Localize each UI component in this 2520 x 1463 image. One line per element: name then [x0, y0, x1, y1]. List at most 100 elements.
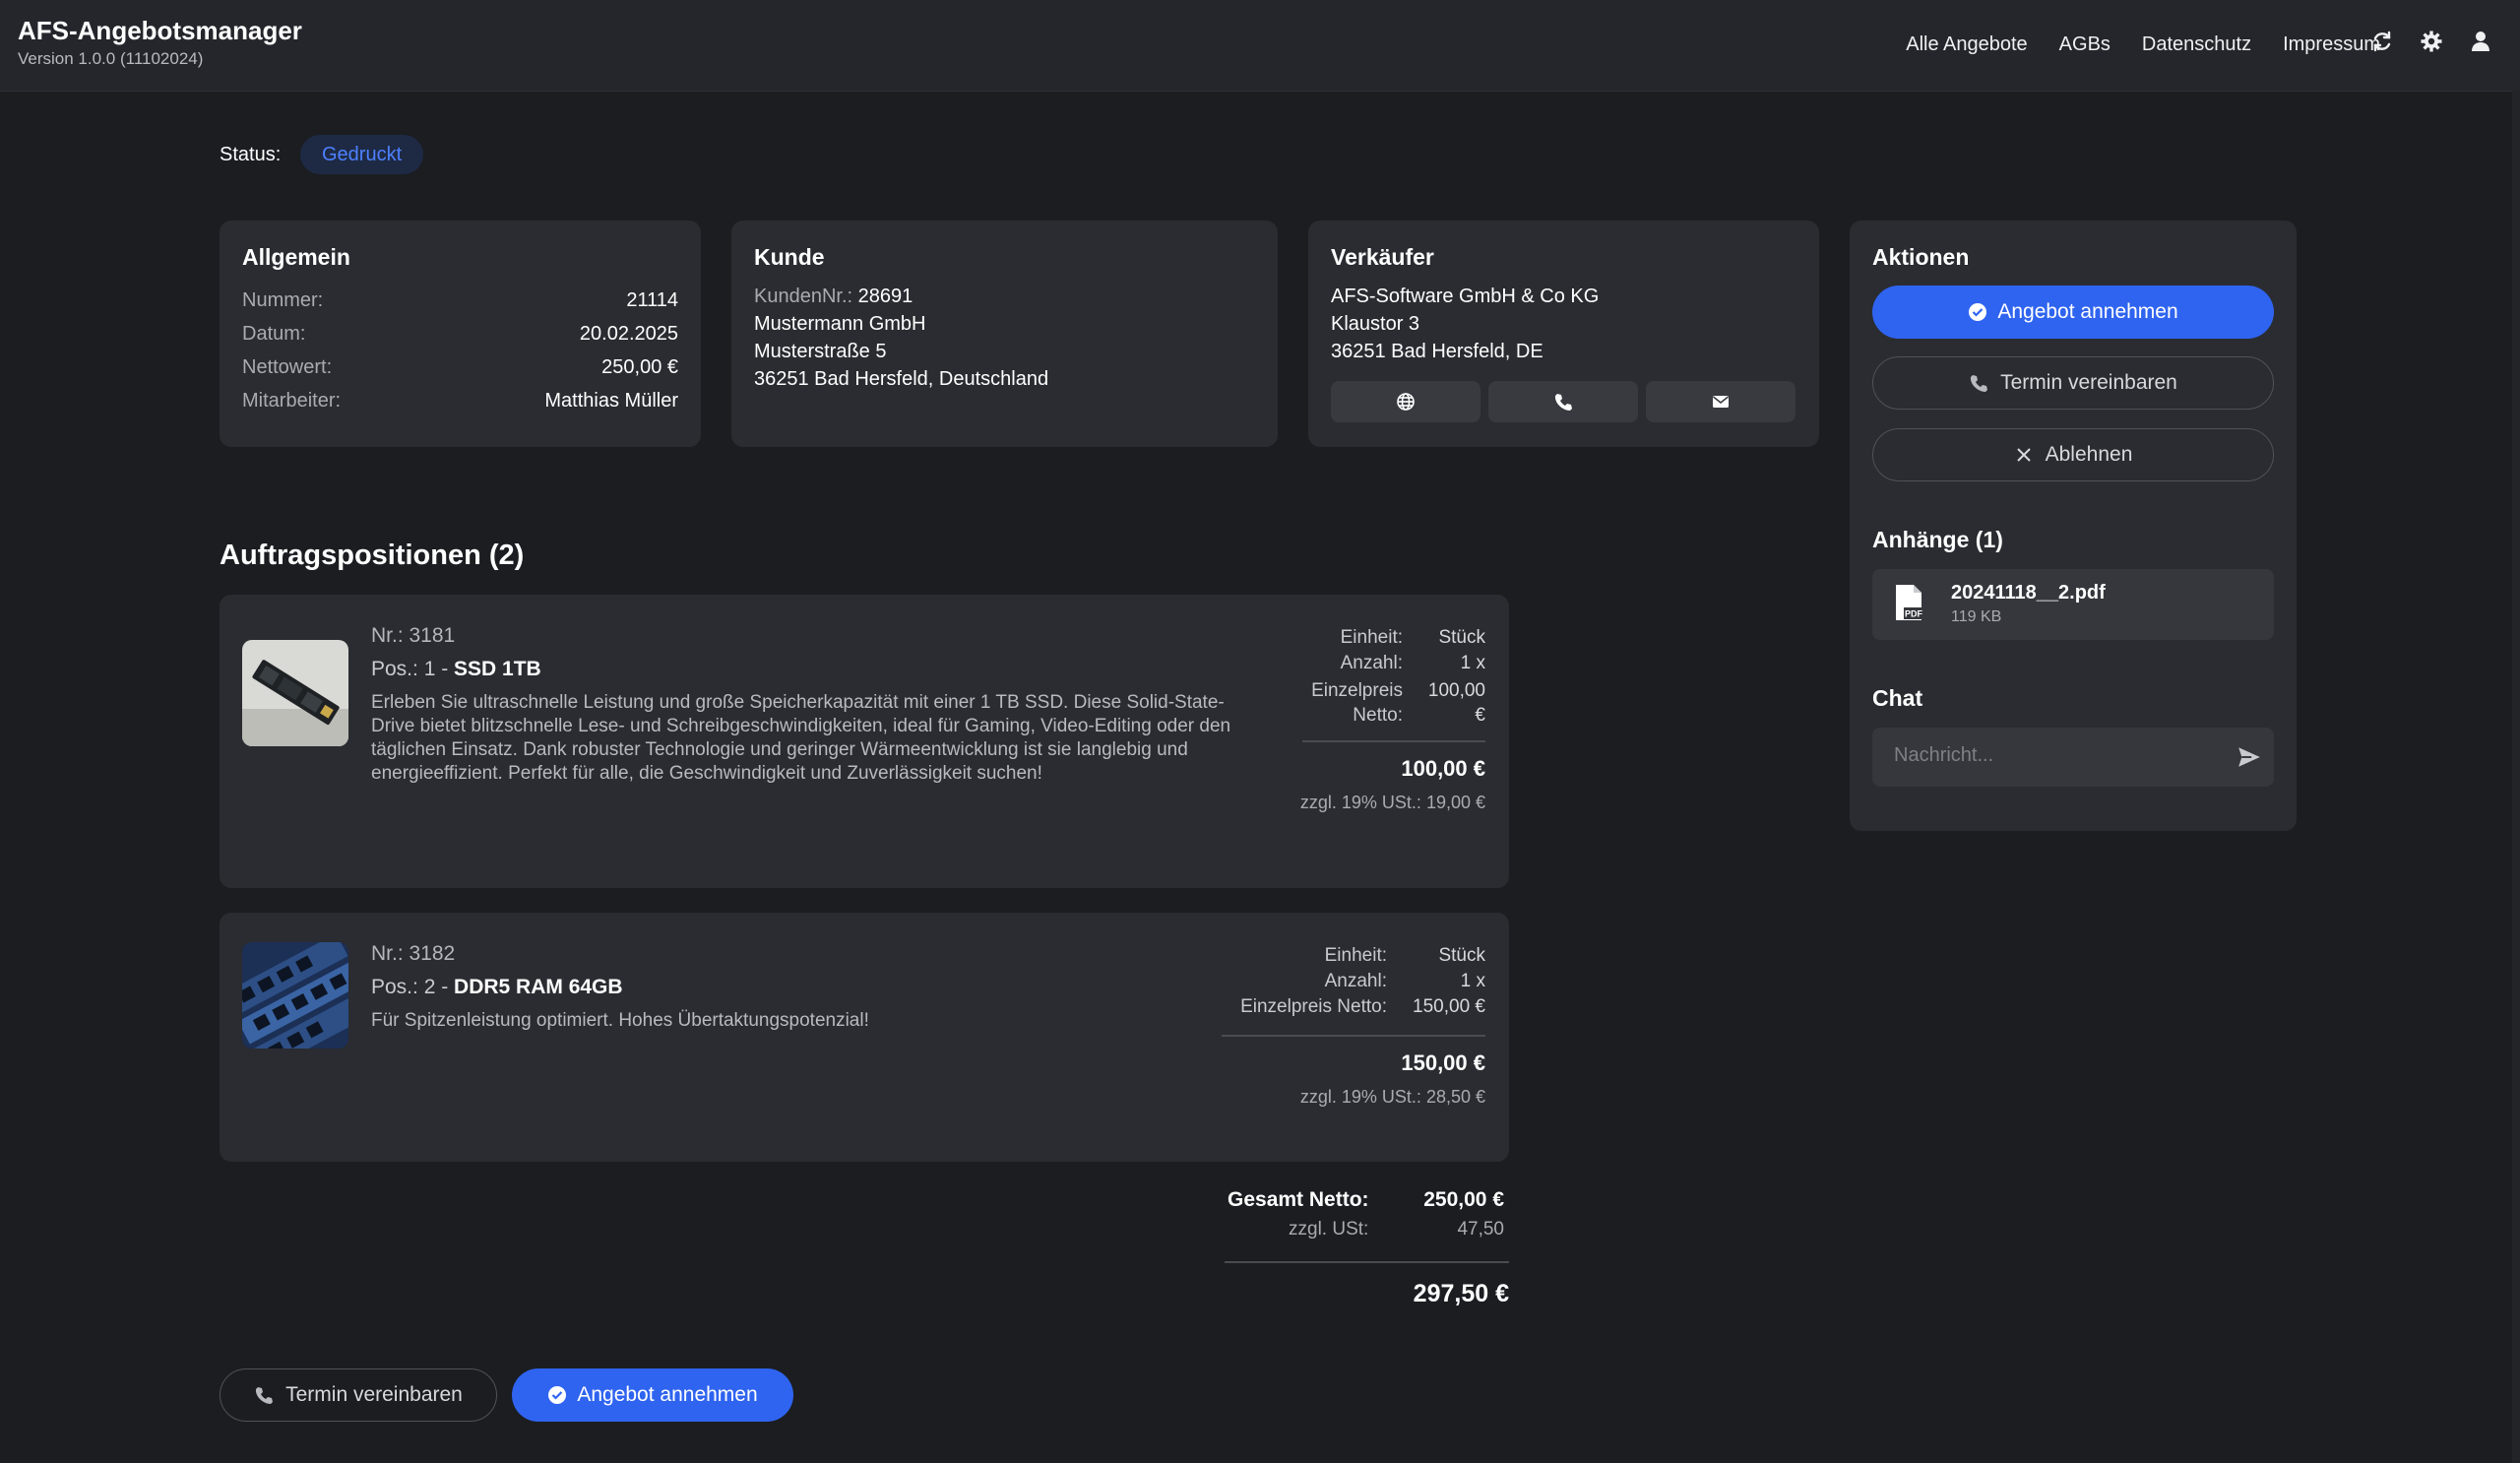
nav-link-agbs[interactable]: AGBs: [2059, 33, 2110, 56]
close-icon: [2016, 448, 2031, 462]
verkaeufer-name: AFS-Software GmbH & Co KG: [1331, 286, 1600, 307]
check-circle-icon: [548, 1386, 567, 1404]
summary-net-value: 250,00 €: [1423, 1188, 1504, 1211]
reject-label: Ablehnen: [2045, 443, 2133, 466]
mail-icon: [1713, 396, 1729, 408]
position-title: Pos.: 1 - SSD 1TB: [371, 658, 541, 681]
accept-offer-label: Angebot annehmen: [1997, 300, 2178, 323]
kunden-nr: KundenNr.: 28691: [754, 286, 913, 308]
kunde-name: Mustermann GmbH: [754, 313, 926, 335]
refresh-icon[interactable]: [2370, 30, 2394, 53]
position-nr: Nr.: 3182: [371, 942, 456, 965]
phone-icon: [1554, 394, 1572, 411]
position-prefix: Pos.: 2 -: [371, 976, 455, 998]
position-name: DDR5 RAM 64GB: [454, 976, 623, 998]
send-icon[interactable]: [2236, 744, 2262, 770]
einzelpreis-label: Einzelpreis Netto:: [1311, 680, 1403, 726]
app-version: Version 1.0.0 (11102024): [18, 49, 204, 68]
user-icon[interactable]: [2469, 30, 2492, 53]
svg-text:PDF: PDF: [1905, 609, 1923, 619]
nav-link-impressum[interactable]: Impressum: [2283, 33, 2380, 56]
anzahl-value: 1 x: [1460, 971, 1485, 991]
positions-title: Auftragspositionen (2): [220, 540, 525, 571]
position-card: Nr.: 3182 Pos.: 2 - DDR5 RAM 64GB Für Sp…: [220, 913, 1509, 1162]
pdf-file-icon: PDF: [1896, 585, 1923, 620]
gear-icon[interactable]: [2420, 30, 2443, 53]
anzahl-label: Anzahl:: [1340, 653, 1403, 673]
allgemein-title: Allgemein: [242, 244, 350, 270]
bottom-accept-label: Angebot annehmen: [577, 1383, 758, 1406]
bottom-appointment-label: Termin vereinbaren: [285, 1383, 463, 1406]
position-prefix: Pos.: 1 -: [371, 658, 455, 680]
nav-icons: [2370, 30, 2492, 53]
kunde-city: 36251 Bad Hersfeld, Deutschland: [754, 368, 1049, 390]
verkaeufer-city: 36251 Bad Hersfeld, DE: [1331, 341, 1544, 362]
anzahl-value: 1 x: [1460, 653, 1485, 673]
bottom-appointment-button[interactable]: Termin vereinbaren: [220, 1368, 497, 1422]
phone-button[interactable]: [1488, 381, 1638, 422]
position-description: Erleben Sie ultraschnelle Leistung und g…: [371, 692, 1231, 784]
attachment-name: 20241118__2.pdf: [1951, 582, 2106, 604]
chat-input-box: Nachricht...: [1872, 728, 2274, 787]
mitarbeiter-value: Matthias Müller: [544, 390, 678, 412]
einheit-value: Stück: [1438, 627, 1485, 648]
position-vat: zzgl. 19% USt.: 19,00 €: [1299, 793, 1485, 812]
einheit-value: Stück: [1438, 945, 1485, 966]
nav-link-datenschutz[interactable]: Datenschutz: [2142, 33, 2251, 56]
check-circle-icon: [1969, 303, 1987, 321]
summary-total: 297,50 €: [1413, 1280, 1509, 1307]
datum-label: Datum:: [242, 323, 306, 345]
position-description: Für Spitzenleistung optimiert. Hohes Übe…: [371, 1010, 869, 1031]
phone-icon: [1971, 375, 1988, 392]
reject-button[interactable]: Ablehnen: [1872, 428, 2274, 481]
summary-net-label: Gesamt Netto:: [1228, 1188, 1369, 1211]
summary-vat-label: zzgl. USt:: [1289, 1219, 1369, 1240]
nummer-label: Nummer:: [242, 289, 324, 311]
aktionen-title: Aktionen: [1872, 244, 1970, 270]
anhaenge-title: Anhänge (1): [1872, 527, 2003, 552]
mail-button[interactable]: [1646, 381, 1796, 422]
anzahl-label: Anzahl:: [1324, 971, 1387, 991]
status-badge: Gedruckt: [300, 135, 424, 174]
website-button[interactable]: [1331, 381, 1480, 422]
top-navbar: AFS-Angebotsmanager Version 1.0.0 (11102…: [0, 0, 2520, 92]
product-image: [242, 640, 348, 746]
summary-divider: [1225, 1261, 1509, 1263]
scrollbar[interactable]: [2512, 91, 2520, 1463]
position-total: 150,00 €: [1401, 1050, 1485, 1075]
accept-offer-button[interactable]: Angebot annehmen: [1872, 286, 2274, 339]
einheit-label: Einheit:: [1324, 945, 1387, 966]
kunde-card: Kunde KundenNr.: 28691 Mustermann GmbH M…: [731, 221, 1278, 447]
datum-value: 20.02.2025: [579, 323, 678, 345]
kunde-title: Kunde: [754, 244, 825, 270]
phone-icon: [256, 1387, 274, 1404]
app-title: AFS-Angebotsmanager: [18, 16, 302, 45]
position-nr: Nr.: 3181: [371, 624, 456, 647]
einheit-label: Einheit:: [1340, 627, 1403, 648]
divider: [1222, 1035, 1485, 1037]
position-name: SSD 1TB: [454, 658, 541, 680]
kunden-nr-label: KundenNr.:: [754, 286, 853, 307]
kunde-street: Musterstraße 5: [754, 341, 887, 362]
nummer-value: 21114: [626, 289, 678, 311]
chat-title: Chat: [1872, 685, 1923, 711]
einzelpreis-value: 150,00 €: [1413, 996, 1485, 1017]
position-title: Pos.: 2 - DDR5 RAM 64GB: [371, 976, 623, 999]
nettowert-label: Nettowert:: [242, 356, 333, 378]
verkaeufer-title: Verkäufer: [1331, 244, 1434, 270]
summary-vat-value: 47,50: [1457, 1219, 1504, 1240]
attachment-item[interactable]: PDF 20241118__2.pdf 119 KB: [1872, 569, 2274, 640]
chat-input[interactable]: Nachricht...: [1894, 744, 1993, 767]
bottom-accept-button[interactable]: Angebot annehmen: [512, 1368, 793, 1422]
position-vat: zzgl. 19% USt.: 28,50 €: [1299, 1087, 1485, 1107]
appointment-button[interactable]: Termin vereinbaren: [1872, 356, 2274, 410]
nav-link-alle-angebote[interactable]: Alle Angebote: [1906, 33, 2027, 56]
einzelpreis-label: Einzelpreis Netto:: [1240, 996, 1387, 1017]
nav-links: Alle Angebote AGBs Datenschutz Impressum: [1906, 33, 2380, 56]
globe-icon: [1397, 393, 1415, 411]
product-image: [242, 942, 348, 1049]
kunden-nr-value: 28691: [857, 286, 914, 307]
einzelpreis-value: 100,00 €: [1427, 680, 1485, 726]
divider: [1302, 740, 1485, 742]
status-label: Status:: [220, 144, 282, 165]
